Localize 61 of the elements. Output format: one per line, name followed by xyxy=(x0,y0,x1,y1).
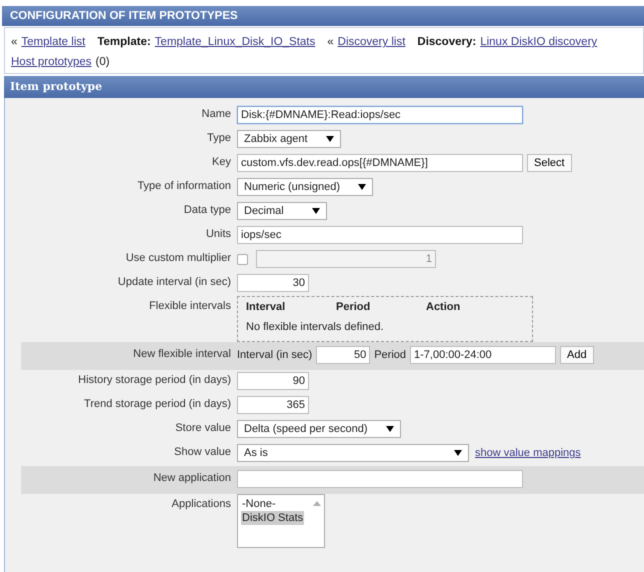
scroll-up-icon xyxy=(313,501,321,506)
guillemet-text: « xyxy=(11,36,18,48)
add-button[interactable]: Add xyxy=(560,346,594,364)
breadcrumb-link[interactable]: Template list xyxy=(21,36,86,48)
select-button[interactable]: Select xyxy=(527,154,572,172)
dropdown[interactable]: Decimal xyxy=(237,202,327,220)
value-mappings-link[interactable]: show value mappings xyxy=(475,447,581,459)
field-label: Interval (in sec) xyxy=(237,349,312,361)
list-option[interactable]: -None- xyxy=(241,497,304,511)
field-label: Units xyxy=(204,227,232,242)
breadcrumb-link[interactable]: Linux DiskIO discovery xyxy=(480,36,598,48)
dropdown[interactable]: Zabbix agent xyxy=(237,130,341,148)
field-label: Type of information xyxy=(136,179,232,194)
field-label: Key xyxy=(211,155,232,170)
period-field[interactable]: 1-7,00:00-24:00 xyxy=(410,346,556,364)
column-header: Interval xyxy=(246,301,286,313)
number-field[interactable]: 30 xyxy=(237,274,309,292)
page-header: CONFIGURATION OF ITEM PROTOTYPES xyxy=(2,6,644,26)
field-label: Update interval (in sec) xyxy=(116,275,232,290)
guillemet-text: « xyxy=(327,36,334,48)
field-label: Use custom multiplier xyxy=(124,251,232,266)
breadcrumb-link[interactable]: Template_Linux_Disk_IO_Stats xyxy=(154,36,316,48)
form-header: Item prototype xyxy=(4,76,644,98)
breadcrumb-label: Template: xyxy=(97,36,151,48)
field-label: Data type xyxy=(182,203,232,218)
list-option[interactable]: DiskIO Stats xyxy=(241,511,304,525)
breadcrumb-link[interactable]: Discovery list xyxy=(338,36,406,48)
caret-icon xyxy=(454,450,462,456)
field-label: Flexible intervals xyxy=(148,299,232,314)
field-label: New application xyxy=(152,471,232,486)
count-text: (0) xyxy=(96,56,110,68)
field-label: Type xyxy=(206,131,232,146)
field-label: History storage period (in days) xyxy=(77,373,232,388)
text-field[interactable]: iops/sec xyxy=(237,226,523,244)
number-field[interactable]: 365 xyxy=(237,396,309,414)
dropdown[interactable]: Delta (speed per second) xyxy=(237,420,401,438)
number-field[interactable]: 50 xyxy=(316,346,370,364)
dropdown[interactable]: As is xyxy=(237,444,469,462)
applications-listbox[interactable]: -None- DiskIO Stats xyxy=(237,494,325,548)
text-field[interactable]: custom.vfs.dev.read.ops[{#DMNAME}] xyxy=(237,154,523,172)
number-field[interactable]: 90 xyxy=(237,372,309,390)
caret-icon xyxy=(326,136,334,142)
field-label: Store value xyxy=(174,421,232,436)
caret-icon xyxy=(358,184,366,190)
field-label: Period xyxy=(374,349,406,361)
text-field[interactable]: Disk:{#DMNAME}:Read:iops/sec xyxy=(237,106,523,124)
empty-message: No flexible intervals defined. xyxy=(246,321,385,333)
field-label: Show value xyxy=(173,445,232,460)
column-header: Period xyxy=(336,301,372,313)
field-label: New flexible interval xyxy=(132,347,232,362)
text-field[interactable] xyxy=(237,470,523,488)
caret-icon xyxy=(386,426,394,432)
breadcrumb-label: Discovery: xyxy=(417,36,476,48)
field-label: Trend storage period (in days) xyxy=(83,397,232,412)
dropdown[interactable]: Numeric (unsigned) xyxy=(237,178,373,196)
checkbox[interactable] xyxy=(237,254,248,264)
breadcrumb-link[interactable]: Host prototypes xyxy=(11,56,92,68)
field-label: Name xyxy=(200,107,232,122)
caret-icon xyxy=(312,208,320,214)
field-label: Applications xyxy=(170,497,232,512)
column-header: Action xyxy=(426,301,462,313)
